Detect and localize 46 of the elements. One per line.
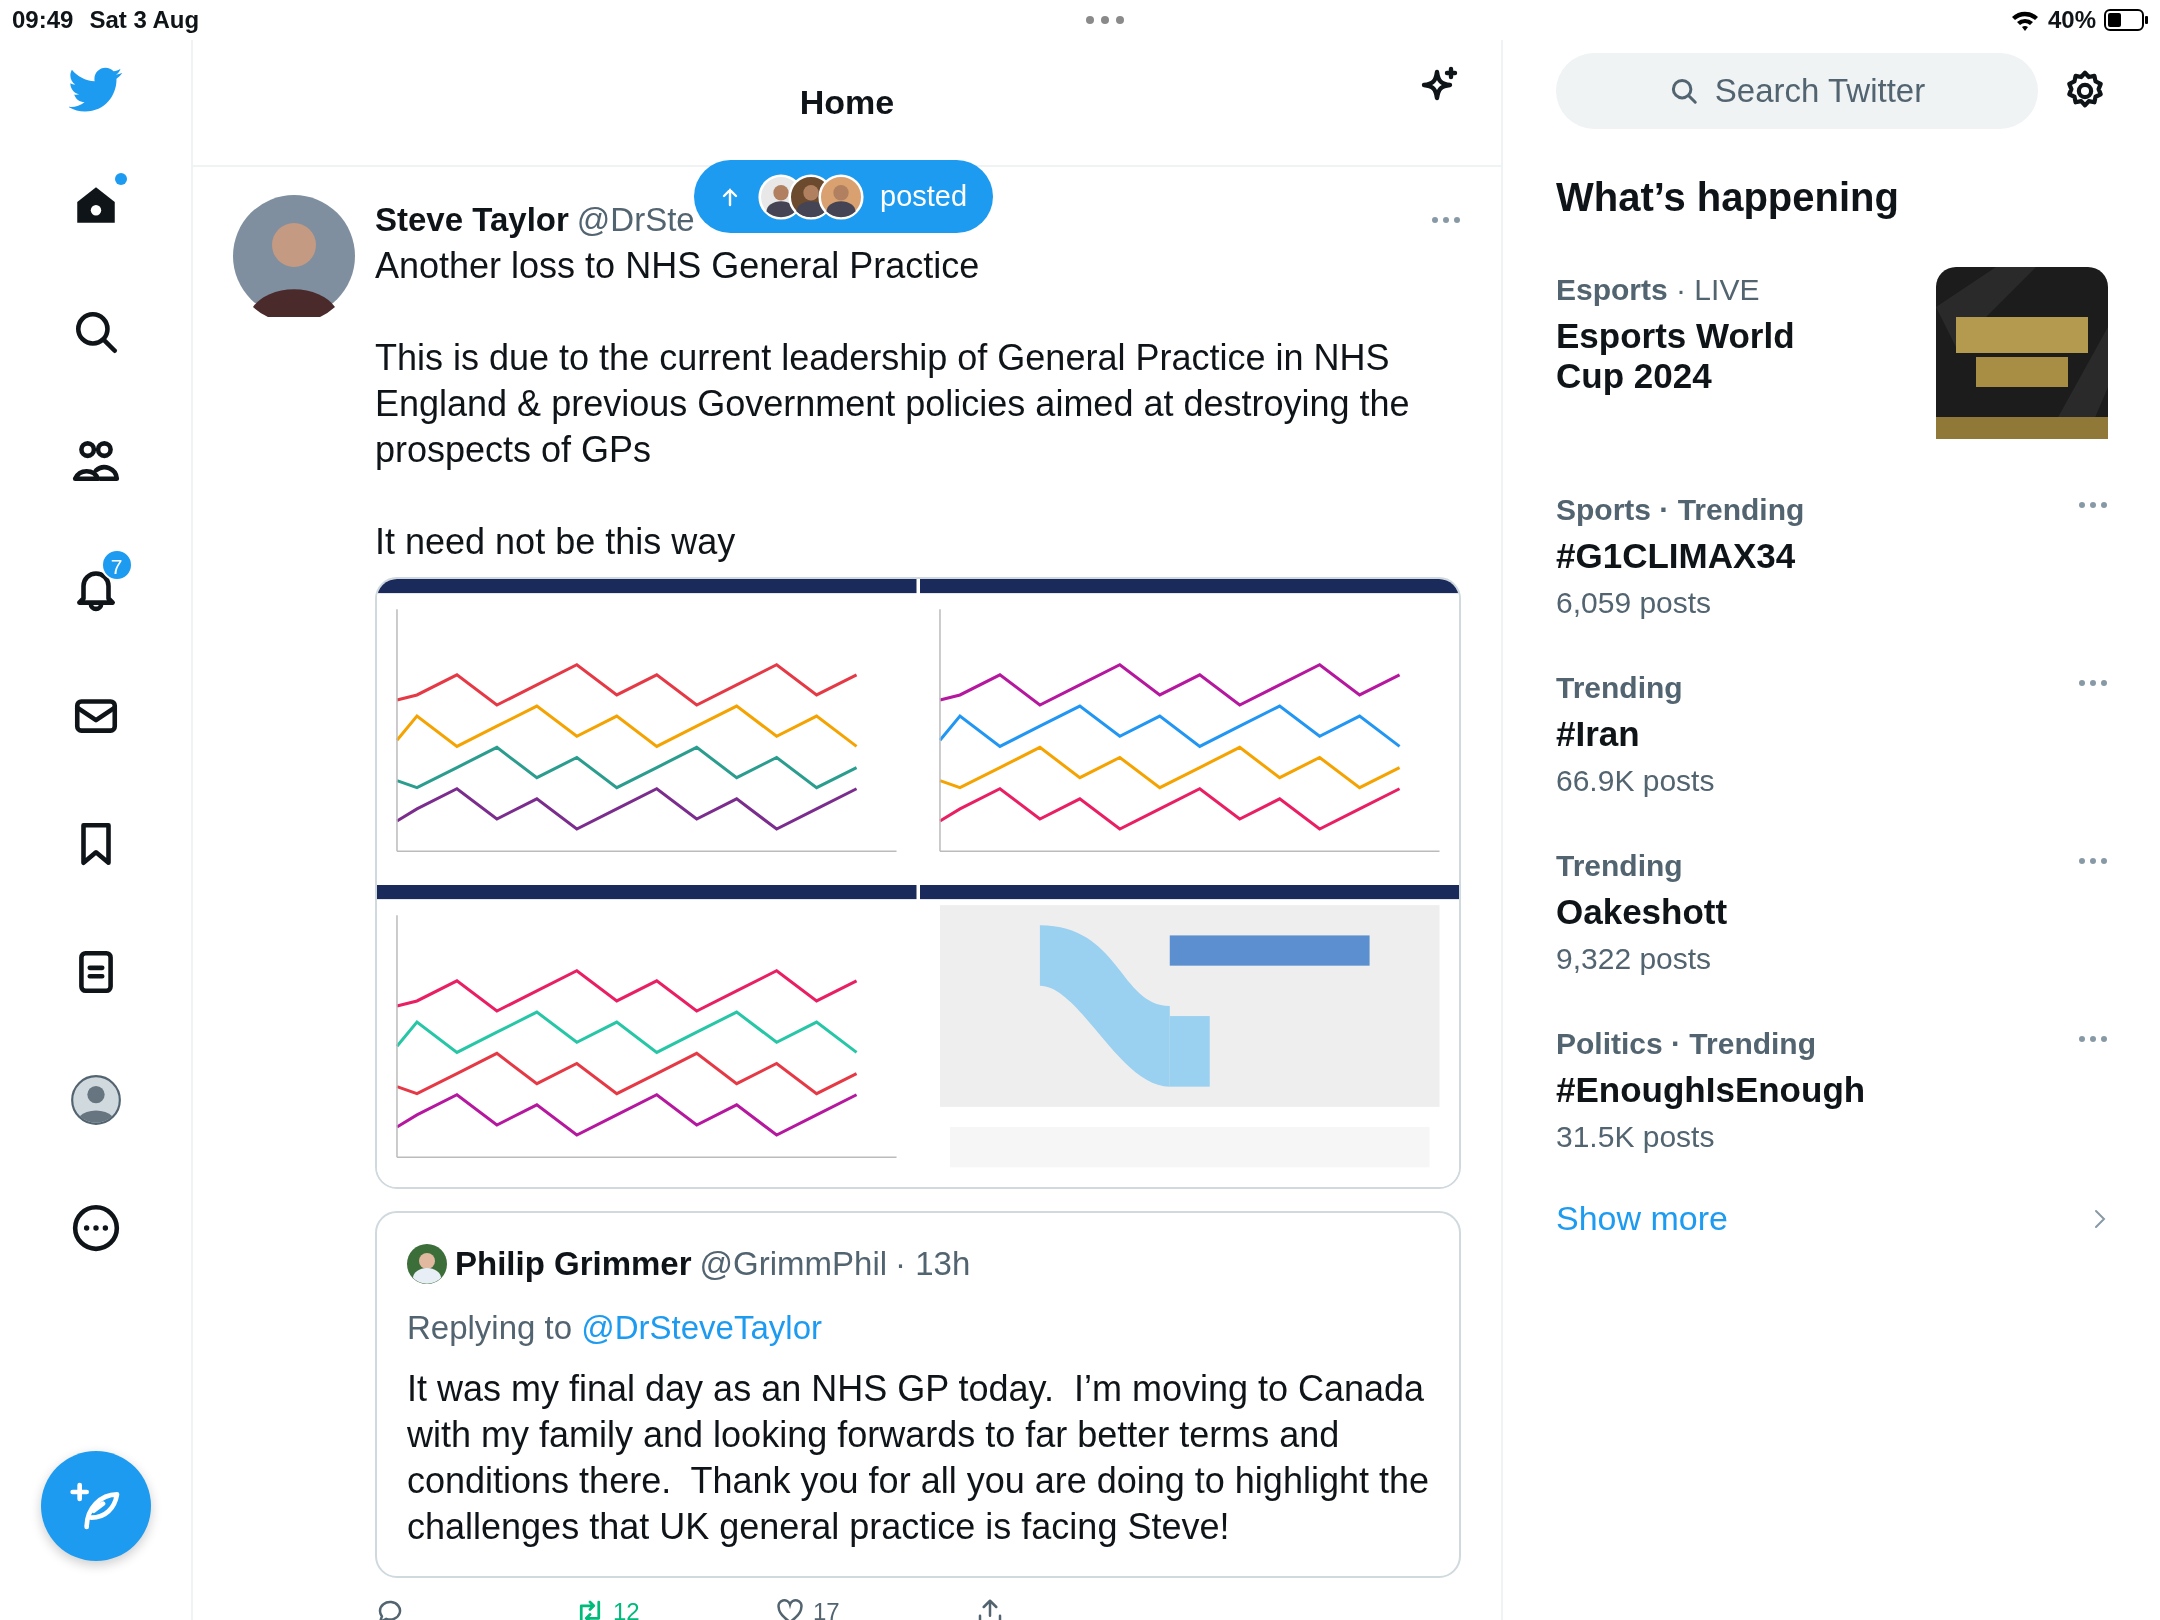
trend-category: Trending: [1556, 848, 1684, 884]
avatar: [818, 173, 864, 220]
quoted-tweet-text: It was my final day as an NHS GP today. I’m moving to Canada with my family and looking forwards to far better terms and conditions there. Thank you for all you are doing to highlight the challenges that UK general practice is facing Steve!: [407, 1367, 1429, 1549]
post-count: 31.5K posts: [1556, 1119, 1716, 1155]
author-handle[interactable]: @DrSte: [576, 195, 695, 245]
page-title: Home: [799, 82, 895, 123]
trend-category: Trending: [1556, 670, 1684, 706]
trend-title: #EnoughIsEnough: [1556, 1070, 1867, 1110]
tweet-text: Another loss to NHS General Practice: [375, 244, 981, 288]
tweet-text: This is due to the current leadership of General Practice in NHS England & previous Government policies aimed at destroying the prospects of GPs: [375, 336, 1411, 472]
search-field[interactable]: Search Twitter: [1556, 53, 2038, 129]
trend-title: Esports World Cup 2024: [1556, 316, 1796, 396]
more-options-icon[interactable]: [70, 1203, 121, 1253]
status-time: 09:49: [12, 5, 74, 35]
trend-title: #Iran: [1556, 714, 1641, 754]
multitasking-dots-icon: [1084, 15, 1125, 25]
trend-category: Sports · Trending: [1556, 492, 1806, 528]
like-button[interactable]: 17: [775, 1594, 975, 1620]
trend-category: Politics · Trending: [1556, 1026, 1818, 1062]
bird-logo-icon[interactable]: [68, 67, 123, 113]
trend-item[interactable]: Trending Oakeshott 9,322 posts: [1556, 843, 2108, 1021]
replying-to-text: Replying to @DrSteveTaylor: [407, 1307, 823, 1348]
trend-title: Oakeshott: [1556, 892, 1729, 932]
post-time: · 13h: [895, 1244, 971, 1284]
trend-category: Esports · LIVE: [1556, 272, 1761, 308]
trend-item[interactable]: Trending #Iran 66.9K posts: [1556, 665, 2108, 843]
status-date: Sat 3 Aug: [89, 5, 200, 35]
battery-icon: [2104, 9, 2148, 31]
compose-tweet-button[interactable]: [41, 1451, 151, 1561]
battery-level: 40%: [2047, 5, 2096, 35]
trend-title: #G1CLIMAX34: [1556, 536, 1797, 576]
author-handle[interactable]: @GrimmPhil: [699, 1239, 888, 1289]
post-count: 66.9K posts: [1556, 763, 1716, 799]
author-name[interactable]: Steve Taylor: [375, 195, 569, 245]
profile-avatar-icon[interactable]: [69, 1074, 122, 1126]
trend-item[interactable]: Sports · Trending #G1CLIMAX34 6,059 posts: [1556, 487, 2108, 665]
avatar: [407, 1243, 447, 1284]
notification-count: 7: [100, 549, 133, 581]
author-name[interactable]: Philip Grimmer: [455, 1239, 692, 1289]
trend-item[interactable]: Esports · LIVE Esports World Cup 2024: [1556, 267, 2108, 487]
heart-icon: [775, 1597, 805, 1620]
tweet-text: It need not be this way: [375, 520, 737, 564]
post-count: 6,059 posts: [1556, 585, 1713, 621]
quoted-tweet-card[interactable]: [375, 1211, 1461, 1578]
section-heading: What’s happening: [1556, 174, 1900, 221]
post-count: 9,322 posts: [1556, 941, 1713, 977]
